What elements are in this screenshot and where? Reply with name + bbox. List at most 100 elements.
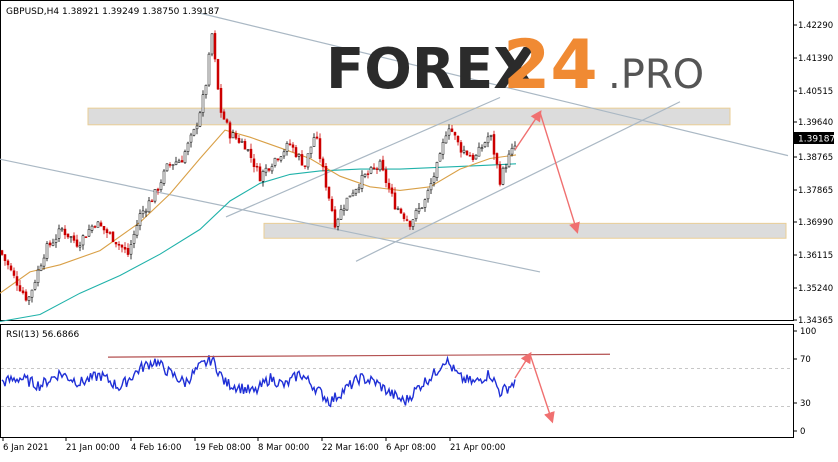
candle-body [93, 226, 97, 228]
candle-body [426, 190, 430, 200]
candle-body [270, 166, 274, 172]
candle-body [126, 248, 130, 255]
candle-body [36, 269, 40, 283]
candle-body [264, 167, 268, 173]
x-tick-label: 8 Mar 00:00 [258, 443, 309, 453]
rsi-tick-label: 0 [800, 427, 805, 437]
candle-body [483, 142, 487, 148]
candle-body [300, 154, 304, 166]
candle-body [219, 87, 223, 113]
candle-body [504, 167, 508, 169]
candle-body [147, 200, 151, 213]
candle-body [210, 33, 214, 55]
candle-body [51, 242, 55, 246]
x-tick-label: 6 Jan 2021 [3, 443, 49, 453]
candle-body [141, 210, 145, 215]
candle-body [288, 143, 292, 146]
candle-body [408, 220, 412, 227]
candle-body [45, 243, 49, 259]
candle-body [279, 156, 283, 161]
candle-body [372, 167, 376, 169]
candle-body [294, 147, 298, 157]
candle-body [342, 208, 346, 211]
price-tick-label: 1.42290 [798, 21, 833, 31]
candle-body [459, 142, 463, 153]
candle-body [216, 59, 220, 90]
watermark-24: 24 [503, 26, 598, 105]
x-tick-label: 6 Apr 08:00 [386, 443, 436, 453]
candle-body [246, 149, 250, 151]
candle-body [321, 158, 325, 168]
resistance-zone [87, 107, 731, 126]
candle-body [285, 143, 289, 152]
candle-body [297, 154, 301, 157]
candle-body [348, 195, 352, 198]
candle-body [369, 167, 373, 174]
candle-body [276, 158, 280, 161]
candle-body [24, 291, 28, 301]
candle-body [129, 244, 133, 255]
candle-body [90, 225, 94, 231]
candle-body [207, 53, 211, 86]
candle-body [318, 138, 322, 159]
candle-body [87, 229, 91, 237]
candle-body [33, 282, 37, 290]
current-price-label: 1.39187 [798, 135, 835, 145]
candle-body [84, 236, 88, 238]
candle-body [75, 239, 79, 247]
candle-body [414, 210, 418, 220]
candle-body [507, 153, 511, 168]
candle-body [453, 132, 457, 136]
candle-body [282, 151, 286, 157]
candle-body [345, 197, 349, 211]
price-tick-label: 1.36115 [798, 251, 833, 261]
candle-body [228, 122, 232, 139]
candle-body [186, 142, 190, 152]
candle-body [432, 176, 436, 183]
candle-body [477, 146, 481, 157]
candle-body [39, 265, 43, 271]
candle-body [423, 199, 427, 208]
candle-body [69, 236, 73, 238]
price-tick-label: 1.38765 [798, 153, 833, 163]
candle-body [111, 231, 115, 243]
candle-body [27, 296, 31, 301]
candle-body [360, 175, 364, 189]
candle-body [42, 257, 46, 267]
candle-body [384, 169, 388, 183]
candle-body [108, 232, 112, 234]
candle-body [351, 192, 355, 197]
candle-body [60, 228, 64, 231]
candle-body [63, 228, 67, 236]
candle-body [213, 33, 217, 60]
candle-body [510, 147, 514, 155]
candle-body [237, 137, 241, 143]
candle-body [57, 228, 61, 239]
rsi-tick-label: 70 [800, 355, 811, 365]
price-tick-label: 1.35240 [798, 284, 833, 294]
candle-body [492, 134, 496, 155]
candle-body [117, 244, 121, 246]
rsi-title: RSI(13) 56.6866 [6, 330, 79, 340]
candle-body [123, 247, 127, 250]
candle-body [177, 160, 181, 163]
price-tick-label: 1.37865 [798, 186, 833, 196]
candle-body [399, 208, 403, 214]
candle-body [393, 192, 397, 210]
price-tick-label: 1.40515 [798, 87, 833, 97]
candle-body [354, 189, 358, 194]
candle-body [198, 112, 202, 127]
candle-body [462, 149, 466, 153]
candle-body [333, 209, 337, 228]
candle-body [405, 219, 409, 221]
candle-body [144, 210, 148, 213]
x-tick-label: 22 Mar 16:00 [322, 443, 379, 453]
candle-body [18, 285, 22, 292]
candle-body [324, 166, 328, 188]
candle-body [96, 221, 100, 228]
candle-body [120, 244, 124, 248]
candle-body [435, 161, 439, 178]
candle-body [471, 154, 475, 161]
candle-body [0, 250, 4, 255]
price-tick-label: 1.36990 [798, 218, 833, 228]
